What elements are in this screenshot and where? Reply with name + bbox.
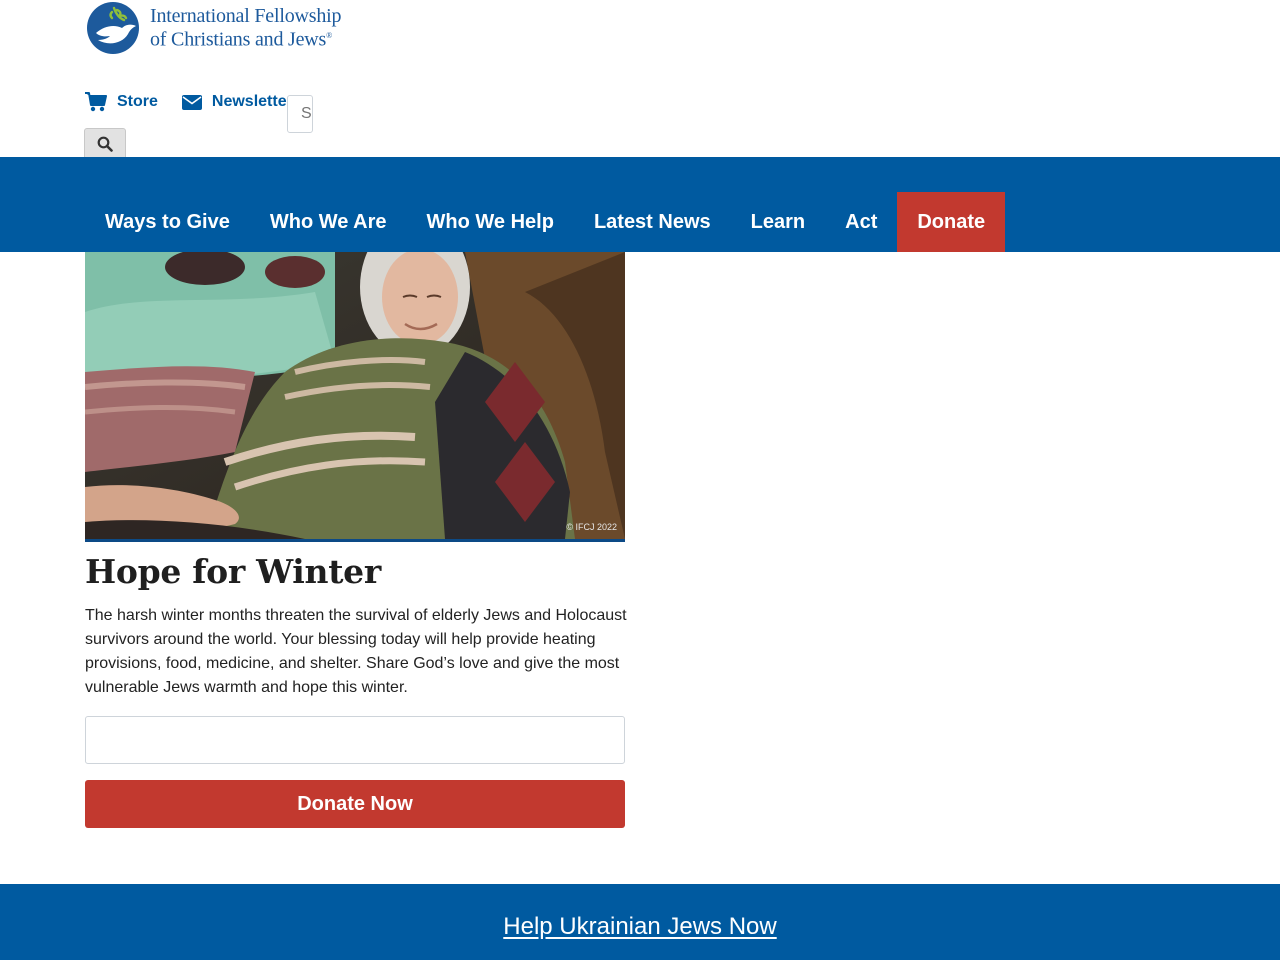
- dove-logo-icon: [87, 2, 139, 54]
- nav-latest-news[interactable]: Latest News: [574, 192, 731, 252]
- registered-mark: ®: [326, 30, 333, 40]
- newsletter-link[interactable]: Newsletter: [181, 93, 293, 111]
- utility-nav: Store Newsletter: [85, 92, 293, 112]
- search-icon: [97, 136, 113, 152]
- hero-photo-illustration: [85, 252, 625, 539]
- search-button[interactable]: [84, 128, 126, 160]
- campaign-title: Hope for Winter: [85, 552, 381, 591]
- photo-credit: © IFCJ 2022: [566, 522, 617, 532]
- logo-line-2: of Christians and Jews: [150, 28, 327, 51]
- campaign-description: The harsh winter months threaten the sur…: [85, 607, 627, 696]
- help-ukrainian-jews-link[interactable]: Help Ukrainian Jews Now: [503, 913, 776, 941]
- logo-wordmark: International Fellowship of Christians a…: [150, 4, 342, 51]
- nav-learn[interactable]: Learn: [731, 192, 825, 252]
- nav-act[interactable]: Act: [825, 192, 897, 252]
- newsletter-label: Newsletter: [211, 93, 293, 110]
- search-input[interactable]: [287, 95, 313, 133]
- main-navbar: Ways to Give Who We Are Who We Help Late…: [0, 157, 1280, 252]
- donate-now-button[interactable]: Donate Now: [85, 780, 625, 828]
- nav-who-we-help[interactable]: Who We Help: [407, 192, 574, 252]
- nav-who-we-are[interactable]: Who We Are: [250, 192, 407, 252]
- cart-icon: [85, 92, 107, 112]
- main-nav: Ways to Give Who We Are Who We Help Late…: [85, 192, 1006, 252]
- hero-image: © IFCJ 2022: [85, 252, 625, 542]
- logo-line-1: International Fellowship: [150, 4, 342, 27]
- nav-ways-to-give[interactable]: Ways to Give: [85, 192, 250, 252]
- store-label: Store: [117, 93, 158, 110]
- donation-amount-input[interactable]: [85, 716, 625, 764]
- site-logo[interactable]: International Fellowship of Christians a…: [86, 0, 341, 56]
- envelope-icon: [181, 94, 202, 110]
- ukraine-banner: Help Ukrainian Jews Now: [0, 884, 1280, 960]
- nav-donate-button[interactable]: Donate: [897, 192, 1006, 252]
- store-link[interactable]: Store: [85, 92, 158, 112]
